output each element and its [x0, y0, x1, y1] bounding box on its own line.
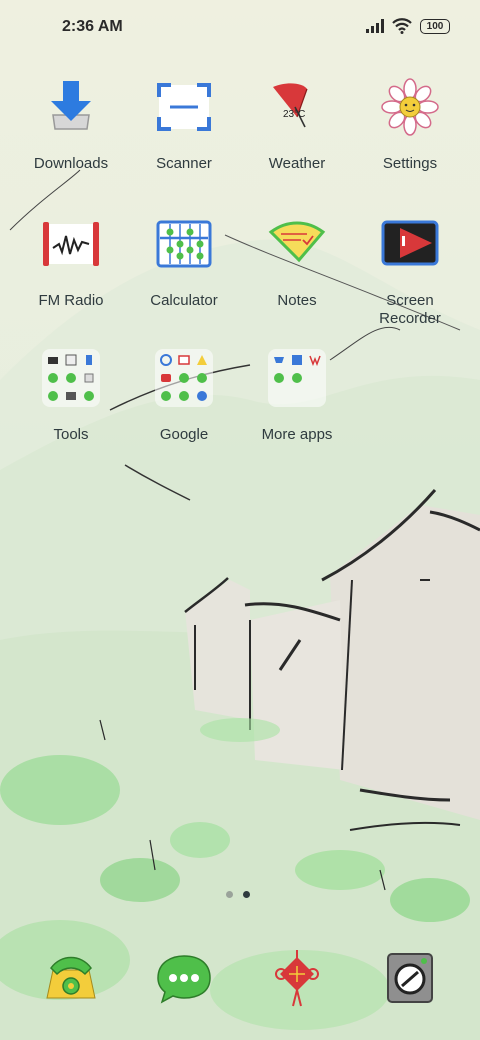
phone-icon [39, 946, 103, 1010]
dock [0, 946, 480, 1016]
paper-fan-icon [265, 212, 329, 276]
page-indicator [226, 891, 250, 898]
app-screen-recorder[interactable]: Screen Recorder [354, 212, 466, 328]
dock-camera[interactable] [354, 946, 466, 1010]
app-label: FM Radio [38, 292, 104, 309]
app-label: Downloads [33, 155, 109, 172]
messages-icon [152, 946, 216, 1010]
chinese-knot-icon [265, 946, 329, 1010]
app-label: Screen Recorder [379, 292, 441, 327]
folder-icon [152, 346, 216, 410]
folder-more-apps[interactable]: More apps [241, 346, 353, 444]
abacus-icon [152, 212, 216, 276]
red-umbrella-icon: 23°C [265, 75, 329, 139]
radio-wave-icon [39, 212, 103, 276]
app-label: Google [159, 426, 209, 443]
app-label: Tools [53, 426, 89, 443]
app-grid: Downloads Scanner 23°C Weather Settings … [0, 0, 480, 460]
folder-icon [265, 346, 329, 410]
app-label: Settings [382, 155, 438, 172]
record-screen-icon [378, 212, 442, 276]
dock-messages[interactable] [128, 946, 240, 1010]
app-label: Weather [268, 155, 326, 172]
download-arrow-icon [39, 75, 103, 139]
app-downloads[interactable]: Downloads [15, 75, 127, 173]
scanner-frame-icon [152, 75, 216, 139]
app-fm-radio[interactable]: FM Radio [15, 212, 127, 310]
flower-gear-icon [378, 75, 442, 139]
app-label: Notes [277, 292, 317, 309]
app-scanner[interactable]: Scanner [128, 75, 240, 173]
app-label: Scanner [156, 155, 212, 172]
app-weather[interactable]: 23°C Weather [241, 75, 353, 173]
folder-google[interactable]: Google [128, 346, 240, 444]
app-notes[interactable]: Notes [241, 212, 353, 310]
page-dot[interactable] [226, 891, 233, 898]
folder-icon [39, 346, 103, 410]
weather-temperature: 23°C [283, 109, 306, 120]
dock-phone[interactable] [15, 946, 127, 1010]
app-label: More apps [261, 426, 333, 443]
dock-browser[interactable] [241, 946, 353, 1010]
app-label: Calculator [150, 292, 218, 309]
folder-tools[interactable]: Tools [15, 346, 127, 444]
app-settings[interactable]: Settings [354, 75, 466, 173]
camera-icon [378, 946, 442, 1010]
app-calculator[interactable]: Calculator [128, 212, 240, 310]
page-dot-active[interactable] [243, 891, 250, 898]
